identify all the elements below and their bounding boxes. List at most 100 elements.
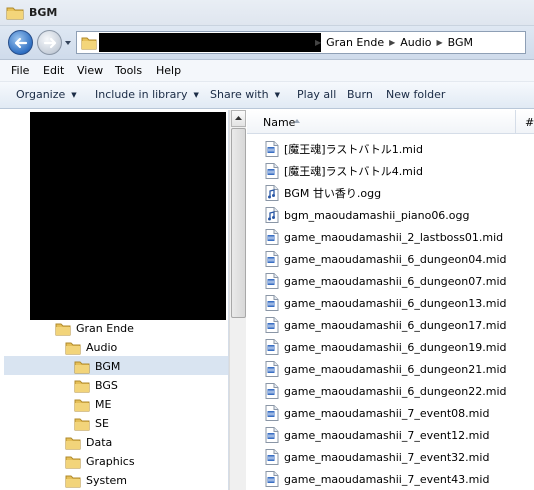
- file-row[interactable]: game_maoudamashii_6_dungeon07.mid: [265, 271, 506, 291]
- play-all-button[interactable]: Play all: [297, 88, 336, 101]
- file-row[interactable]: game_maoudamashii_6_dungeon19.mid: [265, 337, 506, 357]
- folder-icon: [74, 361, 90, 373]
- tree-item-me[interactable]: ME: [74, 395, 111, 414]
- chevron-down-icon: ▼: [274, 91, 280, 99]
- file-row[interactable]: game_maoudamashii_6_dungeon17.mid: [265, 315, 506, 335]
- arrow-right-icon: [43, 37, 57, 49]
- address-row: ▶ Gran Ende ▶ Audio ▶ BGM: [0, 26, 534, 60]
- file-name: bgm_maoudamashii_piano06.ogg: [284, 208, 470, 222]
- navigation-scrollbar[interactable]: [229, 110, 246, 490]
- menu-view[interactable]: View: [77, 64, 103, 77]
- redacted-path: [99, 33, 321, 52]
- share-with-button[interactable]: Share with ▼: [210, 88, 280, 101]
- tree-item-se[interactable]: SE: [74, 414, 109, 433]
- forward-button[interactable]: [37, 30, 62, 55]
- scroll-thumb[interactable]: [231, 128, 246, 318]
- menu-edit[interactable]: Edit: [43, 64, 64, 77]
- window-title: BGM: [29, 6, 58, 19]
- midi-file-icon: [265, 383, 279, 399]
- tree-item-audio[interactable]: Audio: [65, 338, 117, 357]
- chevron-down-icon: ▼: [193, 91, 199, 99]
- midi-file-icon: [265, 339, 279, 355]
- column-header-row: Name #: [247, 110, 534, 134]
- file-row[interactable]: game_maoudamashii_7_event32.mid: [265, 447, 489, 467]
- menu-help[interactable]: Help: [156, 64, 181, 77]
- include-in-library-button[interactable]: Include in library ▼: [95, 88, 199, 101]
- file-row[interactable]: [魔王魂]ラストバトル4.mid: [265, 161, 423, 181]
- organize-button[interactable]: Organize ▼: [16, 88, 77, 101]
- folder-icon: [74, 380, 90, 392]
- midi-file-icon: [265, 449, 279, 465]
- file-name: game_maoudamashii_6_dungeon17.mid: [284, 318, 507, 332]
- tree-item-bgm[interactable]: BGM: [74, 357, 120, 376]
- tree-label: Graphics: [86, 455, 135, 468]
- tree-label: ME: [95, 398, 112, 411]
- tree-item-system[interactable]: System: [65, 471, 127, 490]
- file-name: game_maoudamashii_7_event12.mid: [284, 428, 490, 442]
- recent-pages-chevron-icon[interactable]: [64, 39, 72, 47]
- file-row[interactable]: game_maoudamashii_7_event08.mid: [265, 403, 489, 423]
- tree-label: System: [86, 474, 128, 487]
- tree-item-gran-ende[interactable]: Gran Ende: [55, 319, 134, 338]
- file-row[interactable]: game_maoudamashii_6_dungeon21.mid: [265, 359, 506, 379]
- tree-item-bgs[interactable]: BGS: [74, 376, 118, 395]
- organize-label: Organize: [16, 88, 66, 101]
- file-name: game_maoudamashii_2_lastboss01.mid: [284, 230, 504, 244]
- breadcrumb-item[interactable]: Gran Ende: [326, 36, 384, 49]
- folder-icon: [65, 437, 81, 449]
- ogg-file-icon: [265, 185, 279, 201]
- midi-file-icon: [265, 141, 279, 157]
- file-row[interactable]: game_maoudamashii_6_dungeon04.mid: [265, 249, 506, 269]
- file-row[interactable]: bgm_maoudamashii_piano06.ogg: [265, 205, 470, 225]
- file-row[interactable]: BGM 甘い香り.ogg: [265, 183, 381, 203]
- file-name: BGM 甘い香り.ogg: [284, 187, 382, 200]
- column-header-number[interactable]: #: [525, 116, 534, 129]
- menu-bar: File Edit View Tools Help: [0, 60, 534, 82]
- breadcrumb-item[interactable]: Audio: [400, 36, 431, 49]
- file-name: game_maoudamashii_6_dungeon22.mid: [284, 384, 507, 398]
- address-bar[interactable]: ▶ Gran Ende ▶ Audio ▶ BGM: [76, 31, 526, 54]
- folder-icon: [81, 37, 97, 50]
- file-row[interactable]: game_maoudamashii_6_dungeon22.mid: [265, 381, 506, 401]
- midi-file-icon: [265, 427, 279, 443]
- midi-file-icon: [265, 229, 279, 245]
- folder-icon: [65, 456, 81, 468]
- file-name: game_maoudamashii_7_event43.mid: [284, 472, 490, 486]
- file-row[interactable]: game_maoudamashii_7_event12.mid: [265, 425, 489, 445]
- file-row[interactable]: [魔王魂]ラストバトル1.mid: [265, 139, 423, 159]
- tree-label: Gran Ende: [76, 322, 134, 335]
- back-button[interactable]: [8, 30, 33, 55]
- file-name: game_maoudamashii_6_dungeon07.mid: [284, 274, 507, 288]
- title-bar: BGM: [0, 0, 534, 26]
- file-name: game_maoudamashii_6_dungeon19.mid: [284, 340, 507, 354]
- menu-tools[interactable]: Tools: [115, 64, 142, 77]
- midi-file-icon: [265, 405, 279, 421]
- share-label: Share with: [210, 88, 269, 101]
- tree-label: Data: [86, 436, 113, 449]
- file-row[interactable]: game_maoudamashii_2_lastboss01.mid: [265, 227, 503, 247]
- file-name: game_maoudamashii_6_dungeon04.mid: [284, 252, 507, 266]
- midi-file-icon: [265, 317, 279, 333]
- file-name: game_maoudamashii_6_dungeon21.mid: [284, 362, 507, 376]
- file-row[interactable]: game_maoudamashii_6_dungeon13.mid: [265, 293, 506, 313]
- breadcrumb-separator-icon: ▶: [436, 38, 443, 47]
- midi-file-icon: [265, 163, 279, 179]
- menu-file[interactable]: File: [11, 64, 29, 77]
- midi-file-icon: [265, 471, 279, 487]
- tree-label: Audio: [86, 341, 118, 354]
- file-row[interactable]: game_maoudamashii_7_event43.mid: [265, 469, 489, 489]
- new-folder-button[interactable]: New folder: [386, 88, 445, 101]
- tree-item-data[interactable]: Data: [65, 433, 112, 452]
- folder-icon: [74, 399, 90, 411]
- tree-item-graphics[interactable]: Graphics: [65, 452, 135, 471]
- sort-ascending-icon: [294, 119, 300, 123]
- breadcrumb-separator-icon: ▶: [315, 38, 322, 47]
- file-name: game_maoudamashii_7_event08.mid: [284, 406, 490, 420]
- breadcrumb-item[interactable]: BGM: [448, 36, 473, 49]
- scroll-up-button[interactable]: [231, 110, 246, 127]
- folder-icon: [74, 418, 90, 430]
- column-divider[interactable]: [515, 110, 516, 134]
- folder-icon: [6, 7, 24, 20]
- burn-button[interactable]: Burn: [347, 88, 373, 101]
- column-header-name[interactable]: Name: [263, 116, 295, 129]
